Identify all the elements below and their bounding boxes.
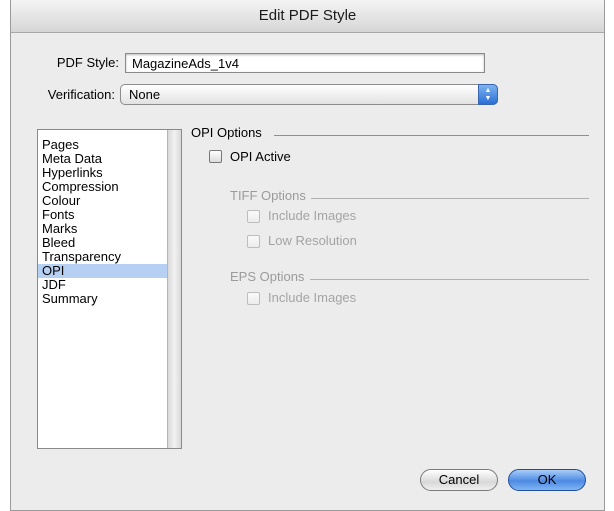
list-scrollbar[interactable] [167, 130, 181, 448]
eps-options-title: EPS Options [230, 269, 305, 284]
select-arrows-icon: ▲ ▼ [478, 84, 498, 105]
eps-include-images-checkbox[interactable] [247, 292, 260, 305]
sidebar-item-hyperlinks[interactable]: Hyperlinks [38, 166, 167, 180]
opi-options-title: OPI Options [191, 125, 262, 140]
verification-label: Verification: [47, 87, 115, 102]
edit-pdf-style-dialog: Edit PDF Style PDF Style: MagazineAds_1v… [10, 0, 605, 511]
eps-options-divider [310, 279, 589, 280]
tiff-options-title: TIFF Options [230, 188, 306, 203]
cancel-button[interactable]: Cancel [420, 469, 498, 491]
sidebar-item-pages[interactable]: Pages [38, 138, 167, 152]
opi-active-checkbox[interactable] [209, 150, 222, 163]
verification-value: None [129, 87, 161, 102]
sidebar-item-opi[interactable]: OPI [38, 264, 167, 278]
sidebar-item-colour[interactable]: Colour [38, 194, 167, 208]
settings-category-list[interactable]: Pages Meta Data Hyperlinks Compression C… [37, 129, 182, 449]
opi-active-label: OPI Active [230, 149, 291, 164]
pdf-style-input[interactable]: MagazineAds_1v4 [125, 53, 485, 73]
tiff-include-images-checkbox[interactable] [247, 210, 260, 223]
sidebar-item-jdf[interactable]: JDF [38, 278, 167, 292]
verification-select[interactable]: None ▲ ▼ [120, 84, 498, 105]
ok-button[interactable]: OK [508, 469, 586, 491]
tiff-low-resolution-label: Low Resolution [268, 233, 357, 248]
opi-options-divider [274, 135, 589, 136]
pdf-style-label: PDF Style: [56, 55, 119, 70]
sidebar-item-marks[interactable]: Marks [38, 222, 167, 236]
tiff-low-resolution-checkbox[interactable] [247, 235, 260, 248]
sidebar-item-bleed[interactable]: Bleed [38, 236, 167, 250]
tiff-include-images-label: Include Images [268, 208, 357, 223]
window-title: Edit PDF Style [11, 0, 604, 33]
sidebar-item-transparency[interactable]: Transparency [38, 250, 167, 264]
tiff-options-divider [311, 198, 589, 199]
sidebar-item-fonts[interactable]: Fonts [38, 208, 167, 222]
sidebar-item-summary[interactable]: Summary [38, 292, 167, 306]
sidebar-item-meta-data[interactable]: Meta Data [38, 152, 167, 166]
sidebar-item-compression[interactable]: Compression [38, 180, 167, 194]
eps-include-images-label: Include Images [268, 290, 357, 305]
